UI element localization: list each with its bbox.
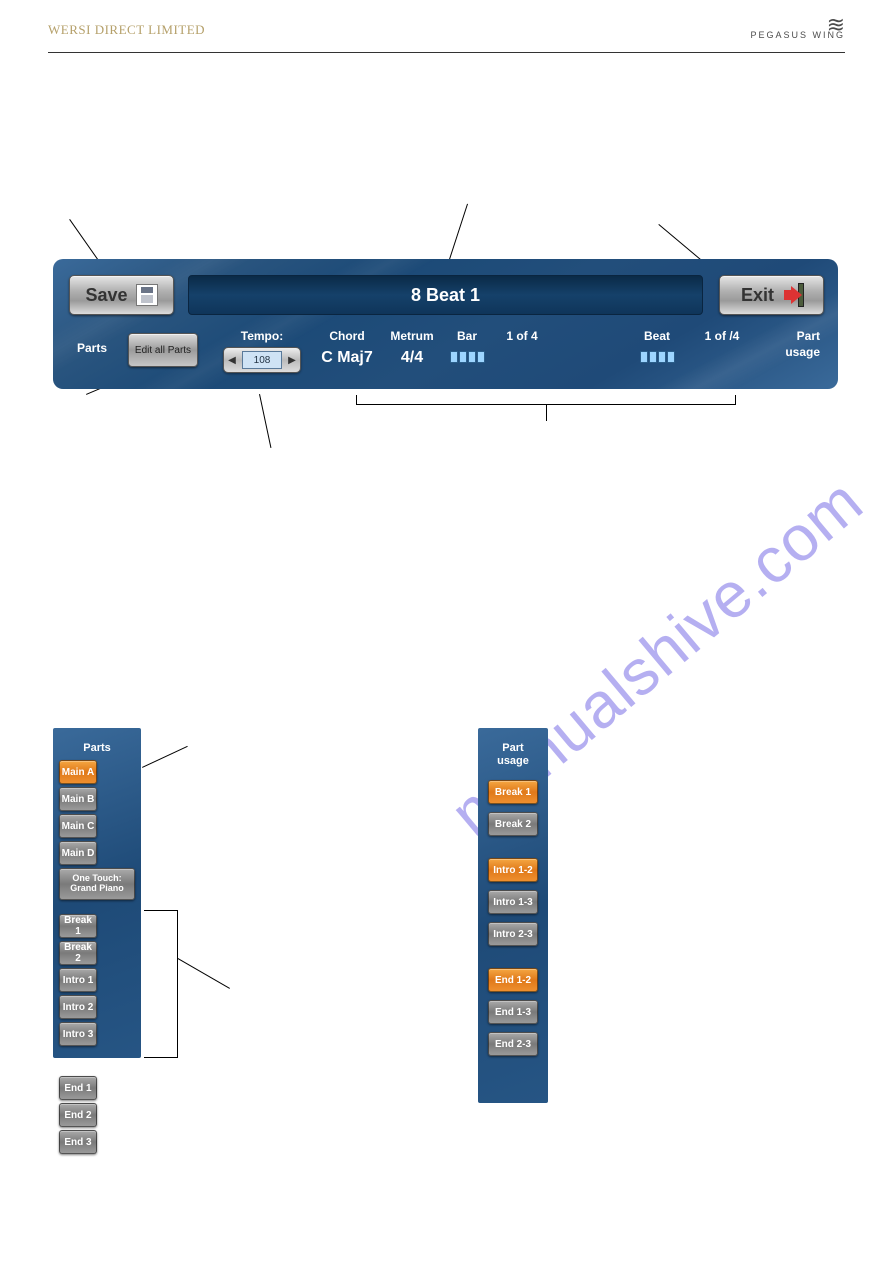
edit-all-parts-button[interactable]: Edit all Parts [128,333,198,367]
spacer [482,954,544,968]
save-label: Save [85,285,127,306]
exit-button[interactable]: Exit [719,275,824,315]
logo-text-left: WERSI DIRECT LIMITED [48,22,205,38]
main-b-button[interactable]: Main B [59,787,97,811]
led-icon [640,351,648,363]
callout-line [178,958,230,989]
pegasus-logo: ≋ PEGASUS WING [750,20,845,40]
led-icon [459,351,467,363]
usage-break2[interactable]: Break 2 [488,812,538,836]
main-a-button[interactable]: Main A [59,760,97,784]
main-c-button[interactable]: Main C [59,814,97,838]
bar-value-block: 1 of 4 [492,329,552,343]
parts-panel-title: Parts [57,732,137,760]
exit-label: Exit [741,285,774,306]
one-touch-button[interactable]: One Touch: Grand Piano [59,868,135,900]
info-row: Parts Edit all Parts Tempo: ◀ 108 ▶ Chor… [53,329,838,373]
callout-line [259,394,271,448]
beat-block: Beat [622,329,692,363]
header-divider [48,52,845,53]
bar-leds [442,351,492,363]
usage-intro12[interactable]: Intro 1-2 [488,858,538,882]
usage-title-2: usage [497,755,529,767]
end2-button[interactable]: End 2 [59,1103,97,1127]
wersi-logo: WERSI DIRECT LIMITED [48,22,205,38]
end3-button[interactable]: End 3 [59,1130,97,1154]
edit-all-label: Edit all Parts [135,345,191,356]
usage-panel-title: Part usage [482,732,544,774]
led-icon [450,351,458,363]
led-icon [477,351,485,363]
part-usage-l1: Part [766,329,820,343]
page-header: WERSI DIRECT LIMITED ≋ PEGASUS WING [48,20,845,40]
usage-list: Break 1 Break 2 Intro 1-2 Intro 1-3 Intr… [482,774,544,1056]
style-title: 8 Beat 1 [411,285,480,306]
floppy-icon [136,284,158,306]
break1-button[interactable]: Break 1 [59,914,97,938]
led-icon [667,351,675,363]
beat-label: Beat [622,329,692,343]
parts-bracket [144,910,178,1058]
parts-panel: Parts Main A Main B Main C Main D One To… [53,728,141,1058]
tempo-spinner[interactable]: ◀ 108 ▶ [223,347,301,373]
usage-end12[interactable]: End 1-2 [488,968,538,992]
style-editor-header: Save Exit 8 Beat 1 Parts Edit all Parts … [53,259,838,389]
usage-title-1: Part [502,742,523,754]
led-icon [649,351,657,363]
metrum-value: 4/4 [382,349,442,367]
chord-label: Chord [312,329,382,343]
break2-button[interactable]: Break 2 [59,941,97,965]
bar-block: Bar [442,329,492,363]
usage-end23[interactable]: End 2-3 [488,1032,538,1056]
parts-heading: Parts [53,329,128,355]
part-usage-heading: Part usage [766,329,838,359]
main-variation-grid: Main A Main B Main C Main D One Touch: G… [57,760,137,900]
main-d-button[interactable]: Main D [59,841,97,865]
spacer [59,1049,97,1073]
exit-arrow-icon [782,285,802,305]
save-button[interactable]: Save [69,275,174,315]
chord-block: Chord C Maj7 [312,329,382,367]
usage-intro13[interactable]: Intro 1-3 [488,890,538,914]
beat-value: 1 of /4 [692,329,752,343]
led-icon [468,351,476,363]
bar-label: Bar [442,329,492,343]
info-bracket [356,395,736,405]
wing-icon: ≋ [750,20,845,30]
tempo-decrease[interactable]: ◀ [224,355,240,366]
metrum-label: Metrum [382,329,442,343]
spacer [482,844,544,858]
usage-intro23[interactable]: Intro 2-3 [488,922,538,946]
callout-line [142,746,188,768]
tempo-label: Tempo: [212,329,312,343]
pegasus-text: PEGASUS WING [750,30,845,40]
intro1-button[interactable]: Intro 1 [59,968,97,992]
bracket-stem [546,405,547,421]
usage-break1[interactable]: Break 1 [488,780,538,804]
end1-button[interactable]: End 1 [59,1076,97,1100]
beat-leds [622,351,692,363]
chord-value: C Maj7 [312,349,382,367]
tempo-value[interactable]: 108 [242,351,282,369]
style-title-bar: 8 Beat 1 [188,275,703,315]
intro2-button[interactable]: Intro 2 [59,995,97,1019]
led-icon [658,351,666,363]
part-usage-l2: usage [766,345,820,359]
intro3-button[interactable]: Intro 3 [59,1022,97,1046]
usage-end13[interactable]: End 1-3 [488,1000,538,1024]
beat-value-block: 1 of /4 [692,329,752,343]
bar-value: 1 of 4 [492,329,552,343]
tempo-increase[interactable]: ▶ [284,355,300,366]
seq-grid: Break 1 Break 2 Intro 1 Intro 2 Intro 3 … [57,914,137,1154]
metrum-block: Metrum 4/4 [382,329,442,367]
part-usage-panel: Part usage Break 1 Break 2 Intro 1-2 Int… [478,728,548,1103]
tempo-block: Tempo: ◀ 108 ▶ [212,329,312,373]
